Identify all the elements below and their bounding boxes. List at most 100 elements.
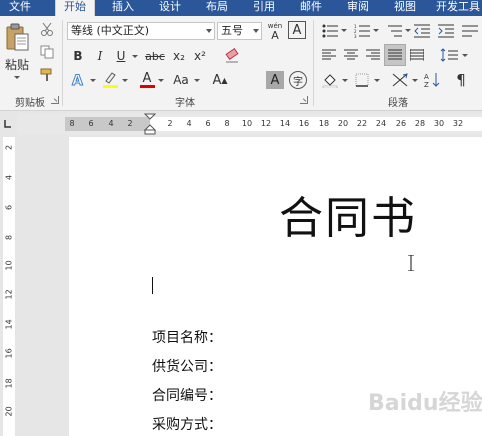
line-spacing-dropdown-icon[interactable] xyxy=(462,54,468,57)
tab-insert[interactable]: 插入 xyxy=(103,0,143,16)
tab-mailings[interactable]: 邮件 xyxy=(291,0,331,16)
ribbon-tab-bar: 文件 开始 插入 设计 布局 引用 邮件 审阅 视图 开发工具 xyxy=(0,0,482,16)
highlight-dropdown-icon[interactable] xyxy=(122,79,128,82)
tab-file[interactable]: 文件 xyxy=(0,0,40,16)
underline-button[interactable]: U xyxy=(113,47,129,65)
ruler-tick-label: 12 xyxy=(4,289,14,300)
grow-font-icon[interactable]: A ▲ xyxy=(212,71,228,89)
ruler-tick-label: 26 xyxy=(395,119,407,128)
font-size-combo[interactable]: 五号 xyxy=(217,22,262,40)
bold-button[interactable]: B xyxy=(70,47,86,65)
ruler-tick-label: 20 xyxy=(337,119,349,128)
font-color-letter: A xyxy=(142,71,152,86)
numbering-icon[interactable]: 123 xyxy=(352,22,372,40)
subscript-button[interactable]: x₂ xyxy=(170,47,188,65)
ruler-tick-label: 2 xyxy=(127,119,133,128)
distributed-icon[interactable] xyxy=(408,46,426,64)
shading-dropdown-icon[interactable] xyxy=(342,79,348,82)
sort-icon[interactable]: AZ xyxy=(422,71,442,89)
svg-text:A: A xyxy=(424,73,429,81)
copy-icon[interactable] xyxy=(38,44,56,60)
svg-text:Z: Z xyxy=(424,81,429,88)
bullets-dropdown-icon[interactable] xyxy=(341,29,347,32)
ruler-tick-label: 30 xyxy=(433,119,445,128)
word-window: 文件 开始 插入 设计 布局 引用 邮件 审阅 视图 开发工具 粘贴 剪贴板 等… xyxy=(0,0,482,436)
shading-icon[interactable] xyxy=(320,71,340,89)
font-group-label: 字体 xyxy=(175,98,195,109)
tab-selector[interactable] xyxy=(0,111,17,137)
clipboard-launcher-icon[interactable] xyxy=(51,96,59,104)
tab-developer[interactable]: 开发工具 xyxy=(428,0,482,16)
ruler-tick-label: 6 xyxy=(4,204,14,211)
numbering-dropdown-icon[interactable] xyxy=(373,29,379,32)
line-spacing-icon[interactable] xyxy=(438,46,460,64)
tab-view[interactable]: 视图 xyxy=(385,0,425,16)
ruler-tick-label: 8 xyxy=(4,234,14,241)
char-shading-button[interactable]: A xyxy=(266,71,284,89)
align-left-icon[interactable] xyxy=(320,46,338,64)
borders-dropdown-icon[interactable] xyxy=(374,79,380,82)
indent-marker-icon[interactable] xyxy=(144,113,156,135)
cut-icon[interactable] xyxy=(38,21,56,37)
vertical-ruler[interactable]: 2 4 6 8 10 12 14 16 18 20 xyxy=(0,137,17,436)
align-right-icon[interactable] xyxy=(364,46,382,64)
font-launcher-icon[interactable] xyxy=(300,96,308,104)
tab-home[interactable]: 开始 xyxy=(55,0,95,16)
ruler-text-area xyxy=(150,117,482,131)
highlight-icon[interactable] xyxy=(100,71,120,89)
justify-icon[interactable] xyxy=(384,44,406,66)
ribbon-home: 粘贴 剪贴板 等线 (中文正文) 五号 wén A A B I U abc x₂… xyxy=(0,16,482,111)
ruler-tick-label: 2 xyxy=(167,119,173,128)
superscript-button[interactable]: x² xyxy=(191,47,209,65)
format-painter-icon[interactable] xyxy=(38,67,56,83)
chinese-layout-icon[interactable] xyxy=(460,22,480,40)
borders-icon[interactable] xyxy=(352,71,372,89)
multilevel-dropdown-icon[interactable] xyxy=(405,29,411,32)
font-color-button[interactable]: A xyxy=(138,71,156,89)
ruler-tick-label: 24 xyxy=(375,119,387,128)
ruler-tick-label: 28 xyxy=(414,119,426,128)
decrease-indent-icon[interactable] xyxy=(412,22,432,40)
font-color-dropdown-icon[interactable] xyxy=(158,79,164,82)
paste-dropdown-icon[interactable] xyxy=(14,76,20,79)
multilevel-list-icon[interactable] xyxy=(384,22,404,40)
paste-icon[interactable] xyxy=(2,22,32,54)
paste-button[interactable]: 粘贴 xyxy=(2,56,32,72)
svg-text:A: A xyxy=(72,73,83,88)
strikethrough-button[interactable]: abc xyxy=(143,47,167,65)
font-name-combo[interactable]: 等线 (中文正文) xyxy=(67,22,215,40)
phonetic-guide-button[interactable]: wén A xyxy=(265,20,285,42)
asian-layout-icon[interactable] xyxy=(390,71,410,89)
clear-formatting-icon[interactable] xyxy=(222,46,242,66)
text-effects-icon[interactable]: A xyxy=(68,71,88,89)
horizontal-ruler[interactable]: 8 6 4 2 2 4 6 8 10 12 14 16 18 20 22 24 … xyxy=(17,113,482,135)
chevron-down-icon xyxy=(253,29,259,33)
chevron-down-icon xyxy=(206,29,212,33)
text-effects-dropdown-icon[interactable] xyxy=(90,79,96,82)
tab-references[interactable]: 引用 xyxy=(244,0,284,16)
asian-layout-dropdown-icon[interactable] xyxy=(412,79,418,82)
font-size-value: 五号 xyxy=(221,24,243,37)
change-case-button[interactable]: Aa xyxy=(170,71,192,89)
increase-indent-icon[interactable] xyxy=(436,22,456,40)
field-procurement-method[interactable]: 采购方式： xyxy=(152,414,222,434)
tab-review[interactable]: 审阅 xyxy=(338,0,378,16)
field-supplier[interactable]: 供货公司： xyxy=(152,356,222,376)
show-marks-icon[interactable]: ¶ xyxy=(452,71,470,89)
enclose-char-button[interactable]: 字 xyxy=(289,71,307,89)
field-project-name[interactable]: 项目名称： xyxy=(152,327,222,347)
italic-button[interactable]: I xyxy=(92,47,108,65)
underline-dropdown-icon[interactable] xyxy=(132,55,138,58)
char-border-button[interactable]: A xyxy=(288,21,306,39)
document-title[interactable]: 合同书 xyxy=(279,182,417,246)
align-center-icon[interactable] xyxy=(342,46,360,64)
tab-design[interactable]: 设计 xyxy=(150,0,190,16)
ruler-tick-label: 16 xyxy=(4,348,14,359)
ruler-tick-label: 10 xyxy=(4,260,14,271)
ruler-tick-label: 12 xyxy=(260,119,272,128)
ruler-tick-label: 4 xyxy=(4,174,14,181)
field-contract-number[interactable]: 合同编号： xyxy=(152,385,222,405)
change-case-dropdown-icon[interactable] xyxy=(194,79,200,82)
bullets-icon[interactable] xyxy=(320,22,340,40)
tab-layout[interactable]: 布局 xyxy=(197,0,237,16)
